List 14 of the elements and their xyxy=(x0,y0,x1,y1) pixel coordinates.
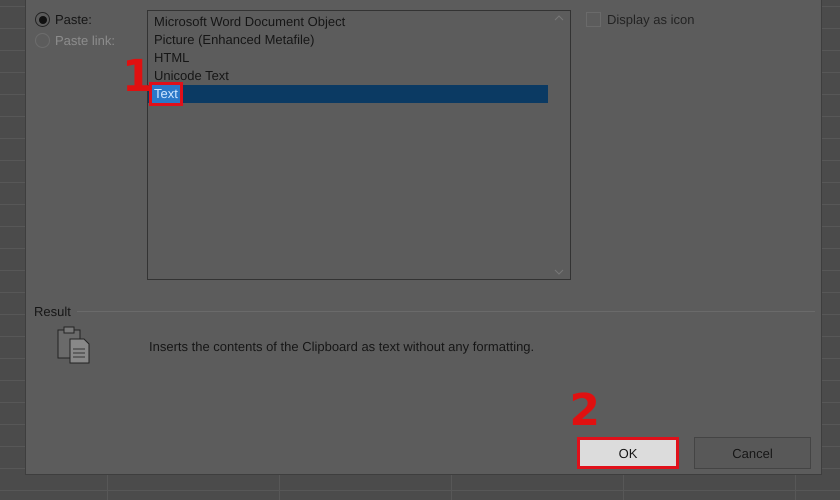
cancel-button[interactable]: Cancel xyxy=(694,437,811,469)
scroll-down-icon[interactable] xyxy=(554,269,564,275)
group-title: Result xyxy=(34,304,71,319)
step-number: 2 xyxy=(569,389,600,433)
clipboard-icon xyxy=(56,325,92,365)
radio-button[interactable] xyxy=(35,12,50,27)
checkbox-label: Display as icon xyxy=(607,12,694,27)
ok-button[interactable]: OK xyxy=(577,437,679,469)
list-item[interactable]: Picture (Enhanced Metafile) xyxy=(148,31,548,49)
radio-label: Paste: xyxy=(55,12,92,27)
scroll-up-icon[interactable] xyxy=(554,15,564,21)
list-item[interactable]: Microsoft Word Document Object xyxy=(148,13,548,31)
result-description: Inserts the contents of the Clipboard as text without any formatting. xyxy=(149,339,534,356)
list-item[interactable]: Text xyxy=(148,85,548,103)
